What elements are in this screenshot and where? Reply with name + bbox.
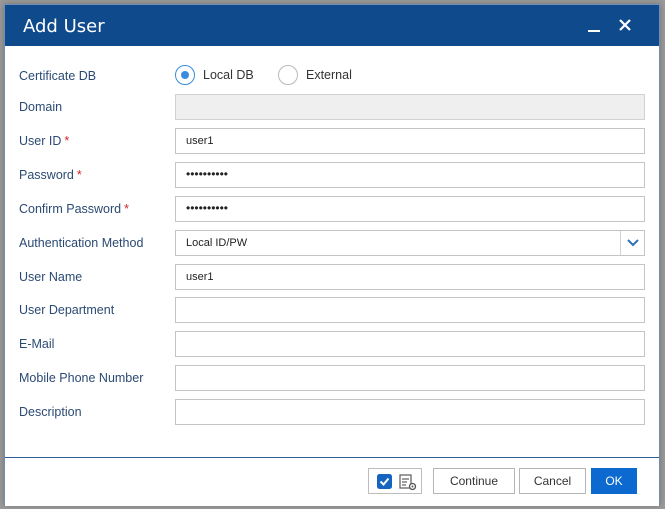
required-mark: * [64, 134, 70, 148]
list-settings-icon[interactable] [399, 473, 417, 491]
radio-local-db[interactable]: Local DB [175, 65, 265, 87]
radio-checked-icon[interactable] [175, 65, 195, 85]
confirm-password-row: Confirm Password * •••••••••• [5, 196, 659, 222]
password-field[interactable]: •••••••••• [175, 162, 645, 188]
user-id-field[interactable]: user1 [175, 128, 645, 154]
user-name-label: User Name [19, 270, 83, 284]
chevron-down-icon[interactable] [620, 231, 644, 255]
user-id-row: User ID * user1 [5, 128, 659, 154]
password-row: Password * •••••••••• [5, 162, 659, 188]
close-icon[interactable] [614, 13, 636, 37]
user-name-row: User Name user1 [5, 264, 659, 290]
dialog-footer: Continue Cancel OK [5, 458, 659, 506]
auth-method-value: Local ID/PW [186, 237, 248, 249]
user-department-row: User Department [5, 297, 659, 323]
domain-field [175, 94, 645, 120]
domain-label: Domain [19, 100, 63, 114]
mobile-field[interactable] [175, 365, 645, 391]
mobile-label: Mobile Phone Number [19, 371, 144, 385]
checkbox-icon[interactable] [377, 474, 392, 489]
user-department-label: User Department [19, 303, 115, 317]
user-id-label: User ID * [19, 134, 70, 148]
required-mark: * [76, 168, 82, 182]
footer-icon-group [368, 468, 422, 494]
certificate-db-row: Certificate DB Local DB External [5, 63, 659, 89]
ok-button[interactable]: OK [591, 468, 637, 494]
mobile-row: Mobile Phone Number [5, 365, 659, 391]
confirm-password-label: Confirm Password * [19, 202, 129, 216]
user-department-field[interactable] [175, 297, 645, 323]
confirm-password-field[interactable]: •••••••••• [175, 196, 645, 222]
description-field[interactable] [175, 399, 645, 425]
dialog-title: Add User [23, 16, 105, 37]
auth-method-row: Authentication Method Local ID/PW [5, 230, 659, 256]
radio-local-db-label: Local DB [203, 68, 254, 82]
description-row: Description [5, 399, 659, 425]
continue-button[interactable]: Continue [433, 468, 515, 494]
password-label: Password * [19, 168, 82, 182]
email-label: E-Mail [19, 337, 55, 351]
radio-unchecked-icon[interactable] [278, 65, 298, 85]
dialog-titlebar[interactable]: Add User [5, 5, 659, 46]
description-label: Description [19, 405, 82, 419]
radio-external[interactable]: External [278, 65, 368, 87]
auth-method-select[interactable]: Local ID/PW [175, 230, 645, 256]
domain-row: Domain [5, 94, 659, 120]
radio-external-label: External [306, 68, 352, 82]
certificate-db-label: Certificate DB [19, 69, 97, 83]
user-name-field[interactable]: user1 [175, 264, 645, 290]
email-row: E-Mail [5, 331, 659, 357]
add-user-dialog: Add User Certificate DB Local DB Externa… [4, 4, 660, 506]
minimize-icon[interactable] [583, 13, 605, 37]
auth-method-label: Authentication Method [19, 236, 144, 250]
required-mark: * [124, 202, 129, 216]
cancel-button[interactable]: Cancel [519, 468, 586, 494]
email-field[interactable] [175, 331, 645, 357]
